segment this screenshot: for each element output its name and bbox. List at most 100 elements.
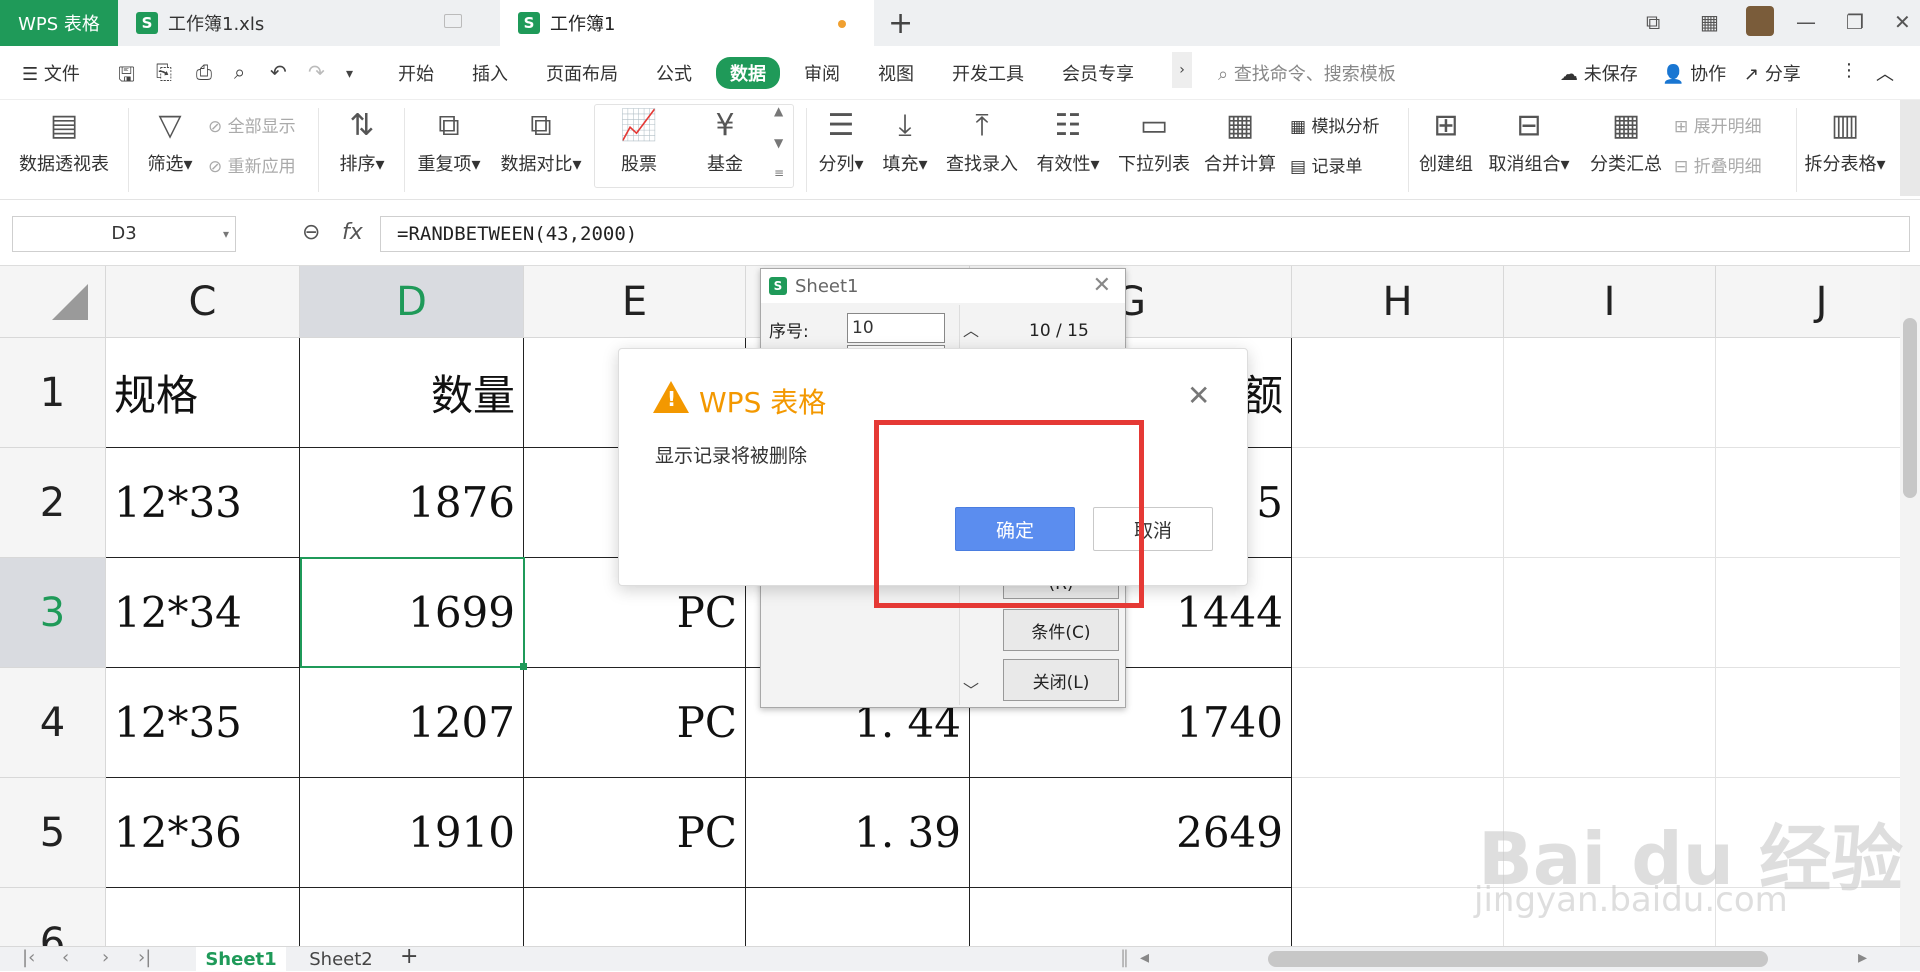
- select-all-corner[interactable]: [0, 266, 106, 338]
- share-button[interactable]: ↗ 分享: [1744, 60, 1801, 86]
- export-icon[interactable]: ⎘: [156, 60, 172, 84]
- cell-c2[interactable]: 12*33: [106, 448, 300, 558]
- menu-view[interactable]: 视图: [878, 60, 914, 86]
- stock-button[interactable]: 📈 股票: [604, 106, 674, 176]
- gallery-up-icon[interactable]: ▲: [774, 104, 783, 118]
- record-form-button[interactable]: ▤ 记录单: [1290, 152, 1362, 177]
- more-options-icon[interactable]: ⋮: [1840, 60, 1858, 81]
- cell-empty[interactable]: [1716, 668, 1900, 778]
- cell-empty[interactable]: [1292, 778, 1504, 888]
- quick-access-dropdown-icon[interactable]: ▾: [346, 66, 353, 82]
- new-tab-button[interactable]: +: [888, 6, 913, 41]
- fill-handle[interactable]: [520, 663, 527, 670]
- menu-insert[interactable]: 插入: [472, 60, 508, 86]
- zoom-icon[interactable]: ⊖: [302, 220, 320, 245]
- horizontal-scroll-thumb[interactable]: [1268, 951, 1768, 967]
- lookup-entry-button[interactable]: ⤒ 查找录入: [944, 106, 1020, 176]
- fill-button[interactable]: ⤓ 填充▾: [876, 106, 934, 176]
- cell-d2[interactable]: 1876: [300, 448, 524, 558]
- scroll-down-icon[interactable]: ﹀: [963, 677, 979, 701]
- validity-button[interactable]: ☷ 有效性▾: [1032, 106, 1104, 176]
- last-sheet-icon[interactable]: ›|: [138, 947, 151, 968]
- show-all-button[interactable]: ⊘ 全部显示: [208, 112, 296, 137]
- row-header-3[interactable]: 3: [0, 558, 106, 668]
- close-icon[interactable]: ✕: [1894, 10, 1911, 34]
- file-menu[interactable]: ☰ 文件: [22, 60, 80, 86]
- menu-page-layout[interactable]: 页面布局: [546, 60, 618, 86]
- menu-developer[interactable]: 开发工具: [952, 60, 1024, 86]
- restore-icon[interactable]: ❐: [1846, 10, 1864, 34]
- duplicates-button[interactable]: ⧉ 重复项▾: [414, 106, 484, 176]
- subtotal-button[interactable]: ▦ 分类汇总: [1586, 106, 1666, 176]
- split-table-button[interactable]: ▥ 拆分表格▾: [1802, 106, 1888, 176]
- cell-e4[interactable]: PC: [524, 668, 746, 778]
- cell-empty[interactable]: [1504, 448, 1716, 558]
- command-search[interactable]: ⌕ 查找命令、搜索模板: [1218, 60, 1396, 86]
- cell-empty[interactable]: [1504, 668, 1716, 778]
- menu-start[interactable]: 开始: [398, 60, 434, 86]
- sort-button[interactable]: ⇅ 排序▾: [332, 106, 392, 176]
- collab-button[interactable]: 👤 协作: [1662, 60, 1726, 86]
- save-icon[interactable]: 🖫: [118, 60, 135, 94]
- print-icon[interactable]: ⎙: [196, 60, 212, 84]
- cell-c6[interactable]: 12*37: [106, 888, 300, 946]
- reapply-button[interactable]: ⊘ 重新应用: [208, 152, 296, 177]
- sheet-tab-sheet1[interactable]: Sheet1: [196, 947, 286, 972]
- dropdown-list-button[interactable]: ▭ 下拉列表: [1116, 106, 1192, 176]
- row-header-4[interactable]: 4: [0, 668, 106, 778]
- close-icon[interactable]: ✕: [1187, 379, 1210, 412]
- more-menu-icon[interactable]: ›: [1172, 52, 1192, 88]
- pivot-table-button[interactable]: ▤ 数据透视表: [16, 106, 112, 176]
- menu-data[interactable]: 数据: [716, 57, 780, 89]
- cell-d1[interactable]: 数量: [300, 338, 524, 448]
- ribbon-scroll[interactable]: [1900, 100, 1920, 196]
- redo-icon[interactable]: ↷: [308, 60, 325, 84]
- cell-empty[interactable]: [1292, 448, 1504, 558]
- cell-e6[interactable]: [524, 888, 746, 946]
- col-header-j[interactable]: J: [1716, 266, 1900, 338]
- name-box[interactable]: D3 ▾: [12, 216, 236, 252]
- row-header-5[interactable]: 5: [0, 778, 106, 888]
- expand-detail-button[interactable]: ⊞ 展开明细: [1674, 112, 1762, 137]
- preview-icon[interactable]: ⌕: [234, 60, 245, 84]
- add-sheet-button[interactable]: +: [400, 944, 418, 969]
- cell-empty[interactable]: [1716, 338, 1900, 448]
- row-header-6[interactable]: 6: [0, 888, 106, 946]
- row-header-1[interactable]: 1: [0, 338, 106, 448]
- criteria-button[interactable]: 条件(C): [1003, 609, 1119, 651]
- collapse-detail-button[interactable]: ⊟ 折叠明细: [1674, 152, 1762, 177]
- window-layout-icon[interactable]: ⧉: [1646, 10, 1660, 34]
- formula-input[interactable]: =RANDBETWEEN(43,2000): [380, 216, 1910, 252]
- gallery-more-icon[interactable]: ≡: [774, 166, 784, 180]
- fx-icon[interactable]: fx: [342, 220, 363, 245]
- cell-empty[interactable]: [1292, 338, 1504, 448]
- cell-d6[interactable]: 428: [300, 888, 524, 946]
- col-header-d[interactable]: D: [300, 266, 524, 338]
- cell-empty[interactable]: [1292, 668, 1504, 778]
- next-sheet-icon[interactable]: ›: [102, 947, 109, 968]
- screen-icon[interactable]: [444, 14, 462, 28]
- ungroup-button[interactable]: ⊟ 取消组合▾: [1486, 106, 1572, 176]
- col-header-e[interactable]: E: [524, 266, 746, 338]
- app-home-tab[interactable]: WPS 表格: [0, 0, 118, 46]
- apps-grid-icon[interactable]: ▦: [1700, 10, 1719, 34]
- cell-g5[interactable]: 2649: [970, 778, 1292, 888]
- cell-g6[interactable]: 680: [970, 888, 1292, 946]
- cell-c3[interactable]: 12*34: [106, 558, 300, 668]
- compare-button[interactable]: ⧉ 数据对比▾: [496, 106, 586, 176]
- row-header-2[interactable]: 2: [0, 448, 106, 558]
- collapse-ribbon-icon[interactable]: ︿: [1876, 60, 1894, 86]
- tab-splitter[interactable]: ‖: [1120, 947, 1129, 968]
- cell-e5[interactable]: PC: [524, 778, 746, 888]
- split-column-button[interactable]: ☰ 分列▾: [812, 106, 870, 176]
- cell-f6[interactable]: 1. 55: [746, 888, 970, 946]
- menu-review[interactable]: 审阅: [804, 60, 840, 86]
- cell-empty[interactable]: [1716, 558, 1900, 668]
- cell-f5[interactable]: 1. 39: [746, 778, 970, 888]
- field-input-serial[interactable]: 10: [847, 313, 945, 343]
- consolidate-button[interactable]: ▦ 合并计算: [1202, 106, 1278, 176]
- col-header-c[interactable]: C: [106, 266, 300, 338]
- cell-c5[interactable]: 12*36: [106, 778, 300, 888]
- cell-c1[interactable]: 规格: [106, 338, 300, 448]
- close-icon[interactable]: ✕: [1093, 273, 1111, 298]
